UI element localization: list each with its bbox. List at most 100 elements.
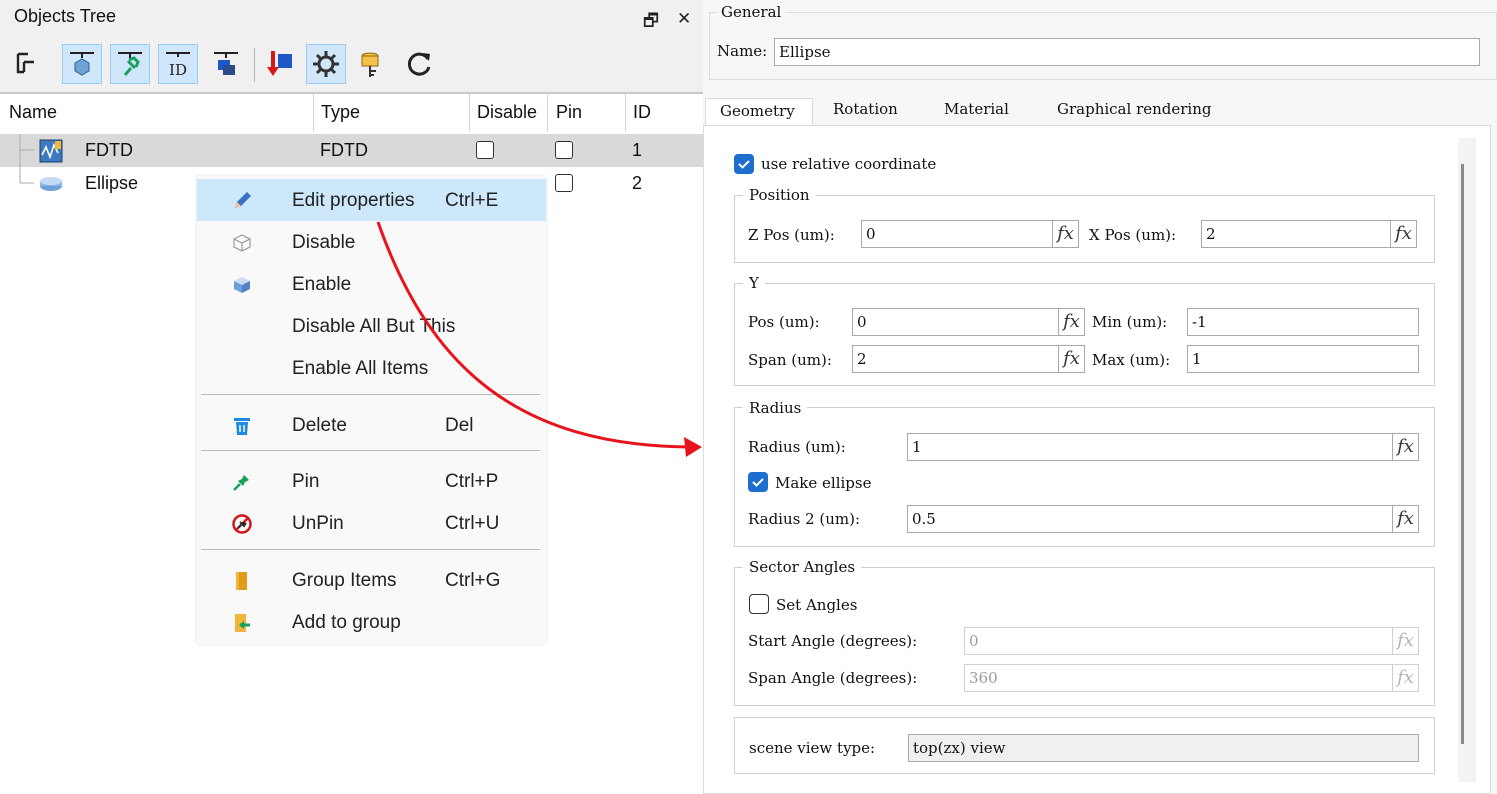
menu-item-enable-all-items[interactable]: Enable All Items [197,347,546,389]
use-relative-coordinate-checkbox[interactable] [734,154,754,174]
y-span-fx-button[interactable]: fx [1059,345,1085,373]
column-header-pin[interactable]: Pin [556,102,582,123]
add-to-group-icon [231,612,253,634]
y-pos-fx-button[interactable]: fx [1059,308,1085,336]
general-group-title: General [717,3,786,21]
span-angle-fx-button[interactable]: fx [1393,664,1419,692]
pin-icon [231,471,253,493]
menu-item-label: UnPin [292,513,344,534]
column-header-id[interactable]: ID [633,102,651,123]
database-key-icon[interactable] [354,44,394,84]
disable-checkbox[interactable] [476,141,494,159]
cube-filled-icon [231,274,253,296]
tab-rotation[interactable]: Rotation [833,98,898,126]
menu-item-label: Enable All Items [292,358,429,379]
move-down-icon[interactable] [260,44,300,84]
start-angle-input[interactable]: 0 [964,627,1393,655]
trash-icon [231,415,253,437]
menu-item-pin[interactable]: Pin Ctrl+P [197,460,546,502]
make-ellipse-checkbox[interactable] [748,472,768,492]
column-header-disable[interactable]: Disable [477,102,537,123]
radius2-input[interactable]: 0.5 [907,505,1393,533]
use-relative-coordinate-label: use relative coordinate [761,155,937,173]
name-input[interactable]: Ellipse [774,38,1480,66]
objects-tree-panel: Objects Tree 🗗 ✕ ID Name Type Disable Pi… [0,0,703,202]
radius-input[interactable]: 1 [907,433,1393,461]
z-pos-fx-button[interactable]: fx [1053,220,1079,248]
set-angles-checkbox[interactable] [749,594,769,614]
tree-branch-line [19,134,34,167]
menu-item-disable[interactable]: Disable [197,221,546,263]
make-ellipse-label: Make ellipse [775,474,872,492]
menu-item-shortcut: Ctrl+P [445,471,499,492]
unpin-icon [231,513,253,535]
column-divider[interactable] [469,94,470,132]
y-span-label: Span (um): [748,351,832,369]
context-menu: Edit properties Ctrl+E Disable Enable Di… [197,176,546,644]
group-folder-icon [231,570,253,592]
x-pos-input[interactable]: 2 [1201,220,1391,248]
svg-text:ID: ID [169,61,187,79]
y-span-input[interactable]: 2 [852,345,1059,373]
menu-item-group-items[interactable]: Group Items Ctrl+G [197,559,546,601]
y-max-label: Max (um): [1092,351,1171,369]
radius2-label: Radius 2 (um): [748,510,861,528]
show-disabled-toggle-icon[interactable] [62,44,102,84]
menu-item-enable[interactable]: Enable [197,263,546,305]
x-pos-fx-button[interactable]: fx [1391,220,1417,248]
menu-item-disable-all-but-this[interactable]: Disable All But This [197,305,546,347]
y-max-input[interactable]: 1 [1187,345,1419,373]
span-angle-input[interactable]: 360 [964,664,1393,692]
x-pos-label: X Pos (um): [1089,226,1177,244]
table-row[interactable]: FDTD FDTD 1 [0,134,703,167]
y-min-label: Min (um): [1092,313,1168,331]
pin-checkbox[interactable] [555,174,573,192]
menu-item-shortcut: Ctrl+U [445,513,500,534]
span-angle-label: Span Angle (degrees): [748,669,918,687]
tab-geometry[interactable]: Geometry [705,98,813,126]
tab-graphical-rendering[interactable]: Graphical rendering [1057,98,1211,126]
menu-item-delete[interactable]: Delete Del [197,404,546,446]
z-pos-input[interactable]: 0 [861,220,1053,248]
start-angle-fx-button[interactable]: fx [1393,627,1419,655]
scrollbar-thumb[interactable] [1461,164,1464,744]
tab-material[interactable]: Material [944,98,1009,126]
scene-view-type-label: scene view type: [749,739,876,757]
radius-group-title: Radius [743,399,808,417]
row-type: FDTD [320,140,368,160]
y-min-input[interactable]: -1 [1187,308,1419,336]
tree-branch-line [19,167,34,184]
column-divider[interactable] [625,94,626,132]
show-type-toggle-icon[interactable] [206,44,246,84]
menu-item-add-to-group[interactable]: Add to group [197,601,546,643]
settings-gear-icon[interactable] [306,44,346,84]
menu-item-label: Delete [292,415,347,436]
hierarchy-icon[interactable] [6,44,46,84]
restore-window-icon[interactable]: 🗗 [643,8,659,37]
column-divider[interactable] [313,94,314,132]
menu-item-label: Pin [292,471,320,492]
column-divider[interactable] [547,94,548,132]
column-header-type[interactable]: Type [321,102,360,123]
show-id-toggle-icon[interactable]: ID [158,44,198,84]
row-id: 1 [632,140,643,160]
row-id: 2 [632,173,643,193]
radius-fx-button[interactable]: fx [1393,433,1419,461]
set-angles-label: Set Angles [776,596,858,614]
scene-view-type-select[interactable]: top(zx) view [908,734,1419,762]
close-icon[interactable]: ✕ [677,9,691,29]
show-pin-toggle-icon[interactable] [110,44,150,84]
refresh-icon[interactable] [400,44,440,84]
column-header-name[interactable]: Name [9,102,57,123]
pencil-icon [231,190,253,212]
radius2-fx-button[interactable]: fx [1393,505,1419,533]
menu-item-label: Group Items [292,570,397,591]
scrollbar-track[interactable] [1458,138,1476,782]
menu-item-unpin[interactable]: UnPin Ctrl+U [197,502,546,544]
y-pos-input[interactable]: 0 [852,308,1059,336]
menu-item-edit-properties[interactable]: Edit properties Ctrl+E [197,179,546,221]
menu-item-label: Add to group [292,612,401,633]
toolbar-separator [254,48,255,82]
menu-item-label: Disable All But This [292,316,456,337]
pin-checkbox[interactable] [555,141,573,159]
